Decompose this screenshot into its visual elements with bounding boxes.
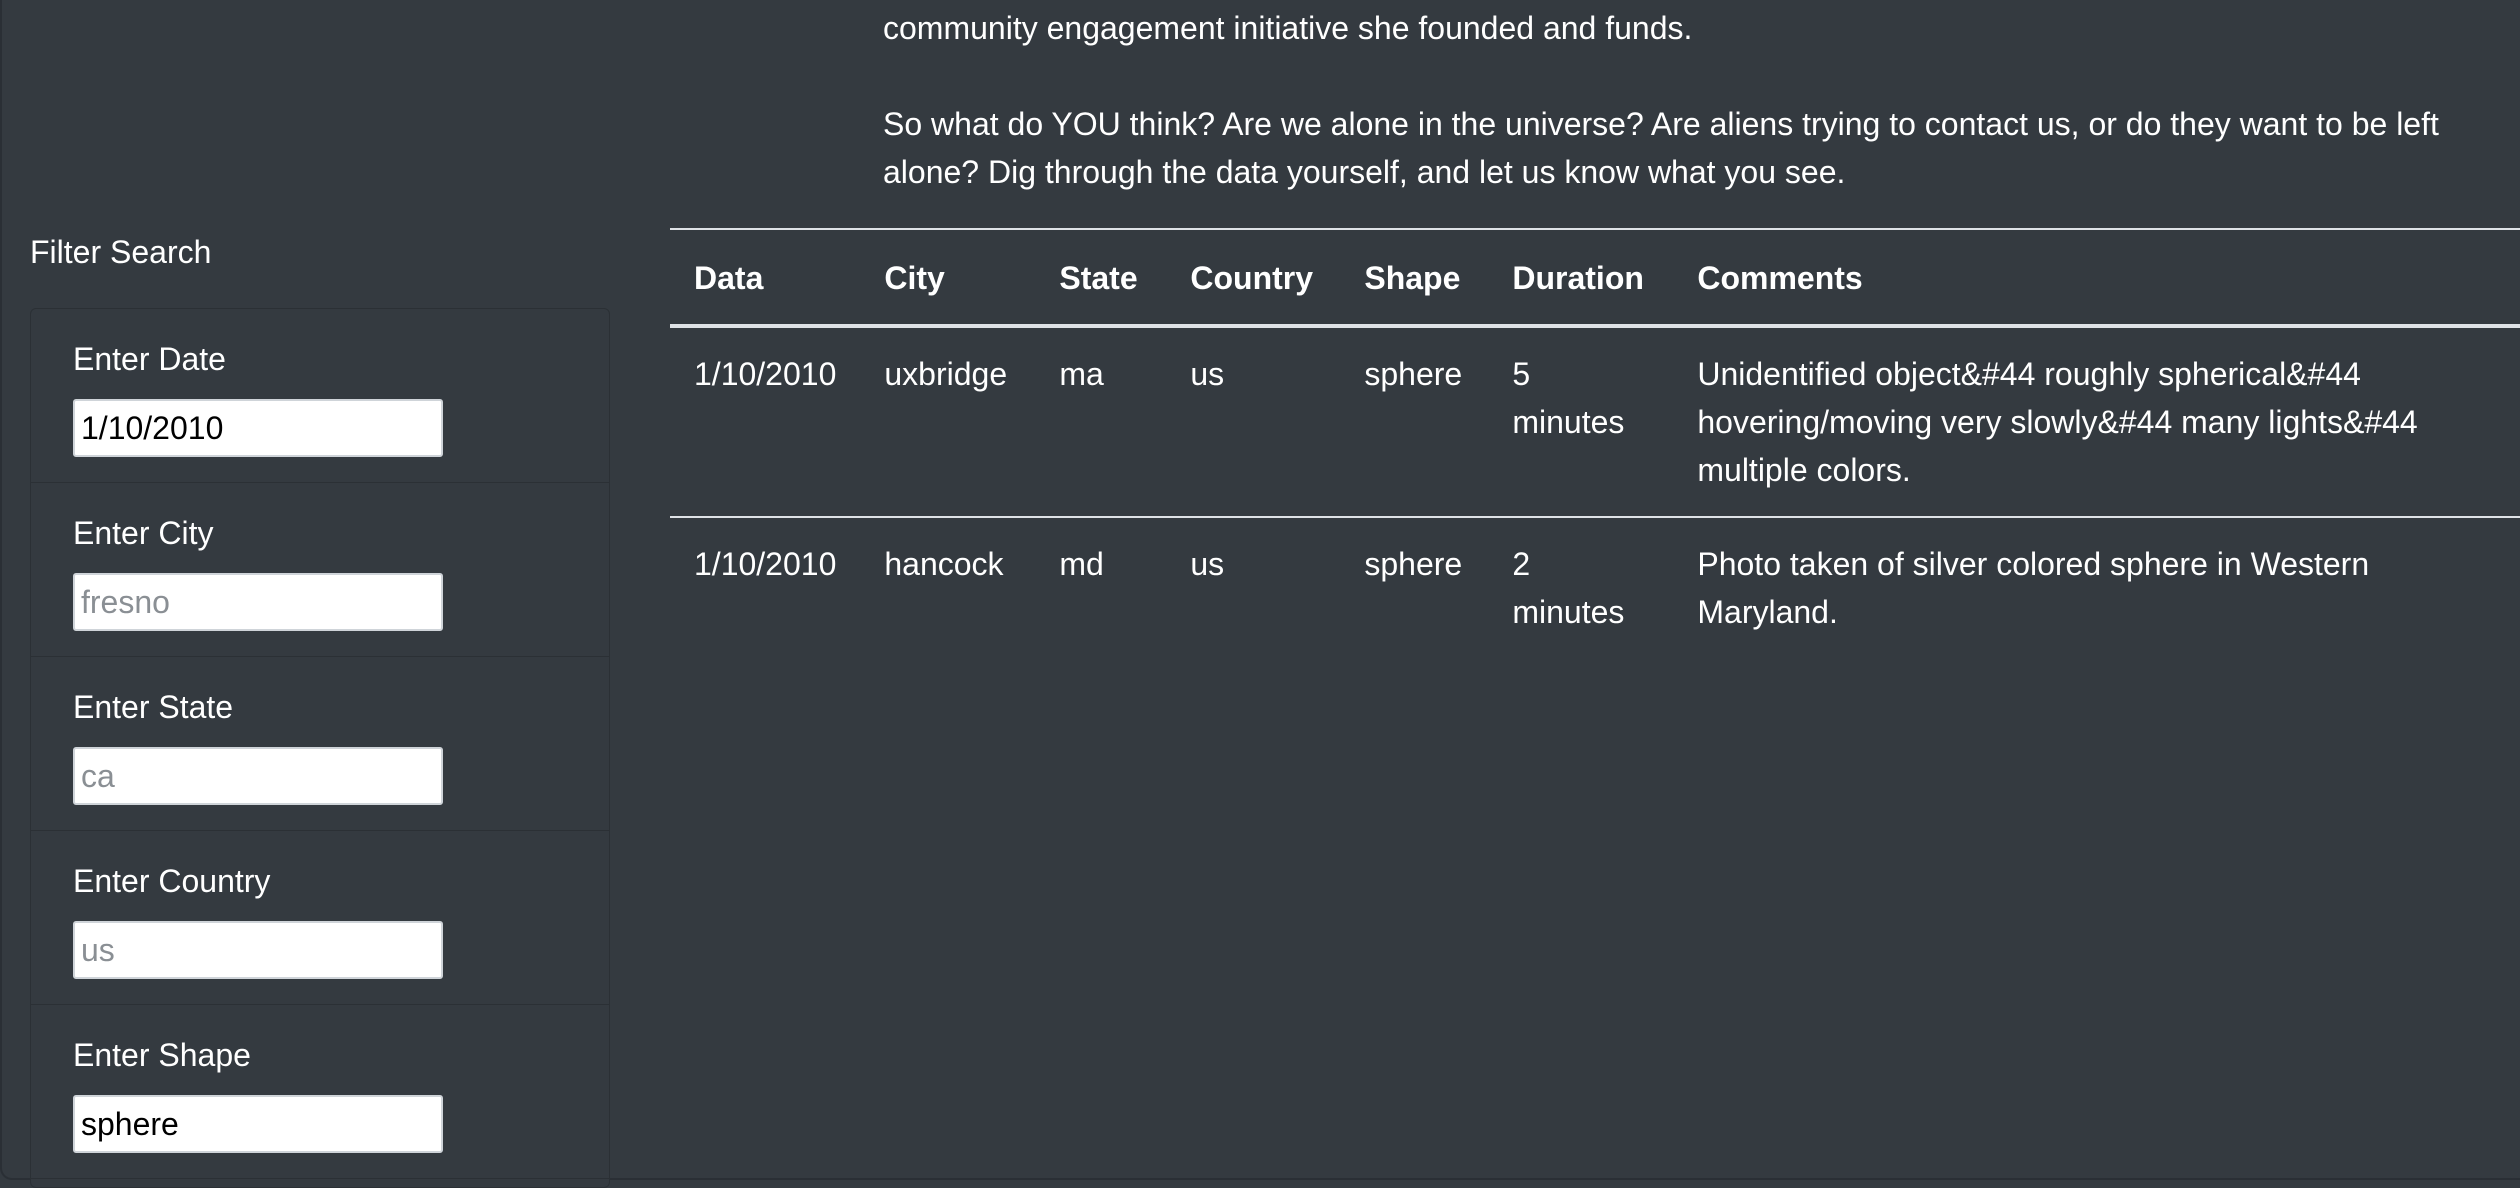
column-header-city: City <box>860 228 1036 328</box>
column-header-duration: Duration <box>1488 228 1674 328</box>
state-label: Enter State <box>73 689 234 725</box>
shape-input[interactable] <box>73 1095 443 1153</box>
cell-comments: Photo taken of silver colored sphere in … <box>1697 546 2370 630</box>
city-label: Enter City <box>73 515 214 551</box>
column-header-country: Country <box>1166 228 1341 328</box>
column-header-state: State <box>1035 228 1167 328</box>
column-header-shape: Shape <box>1340 228 1489 328</box>
ufo-table-container: Data City State Country Shape Duration C… <box>670 228 2520 658</box>
cell-state: ma <box>1035 326 1167 518</box>
city-input[interactable] <box>73 573 443 631</box>
table-row: 1/10/2010 hancock md us sphere 2 minutes… <box>670 517 2520 658</box>
filter-item-state: Enter State <box>31 657 609 831</box>
cell-city: uxbridge <box>860 326 1036 518</box>
cell-city: hancock <box>884 546 1004 582</box>
table-header: Data City State Country Shape Duration C… <box>670 228 2520 328</box>
column-header-comments: Comments <box>1673 228 2520 328</box>
cell-date: 1/10/2010 <box>670 326 861 518</box>
filter-panel: Enter Date Enter City Enter State Enter … <box>30 308 610 1188</box>
table-row: 1/10/2010 uxbridge ma us sphere 5 minute… <box>670 326 2520 518</box>
state-input[interactable] <box>73 747 443 805</box>
intro-paragraph-2: So what do YOU think? Are we alone in th… <box>883 106 2439 190</box>
filter-item-date: Enter Date <box>31 309 609 483</box>
cell-comments: Unidentified object&#44 roughly spherica… <box>1673 326 2520 518</box>
filter-search-title: Filter Search <box>30 234 212 270</box>
country-input[interactable] <box>73 921 443 979</box>
cell-duration: 5 minutes <box>1488 326 1674 518</box>
filter-item-city: Enter City <box>31 483 609 657</box>
country-label: Enter Country <box>73 863 271 899</box>
date-input[interactable] <box>73 399 443 457</box>
cell-country: us <box>1166 326 1341 518</box>
cell-shape: sphere <box>1364 546 1463 582</box>
filter-item-shape: Enter Shape <box>31 1005 609 1179</box>
table-body: 1/10/2010 uxbridge ma us sphere 5 minute… <box>670 326 2520 658</box>
intro-paragraph-1: community engagement initiative she foun… <box>883 10 1693 46</box>
date-label: Enter Date <box>73 341 226 377</box>
cell-duration: 2 minutes <box>1512 546 1625 630</box>
column-header-data: Data <box>670 228 861 328</box>
cell-shape: sphere <box>1340 326 1489 518</box>
shape-label: Enter Shape <box>73 1037 251 1073</box>
ufo-table: Data City State Country Shape Duration C… <box>670 228 2520 658</box>
cell-country: us <box>1190 546 1225 582</box>
filter-item-country: Enter Country <box>31 831 609 1005</box>
cell-date: 1/10/2010 <box>694 546 837 582</box>
table-header-row: Data City State Country Shape Duration C… <box>670 228 2520 328</box>
cell-state: md <box>1059 546 1104 582</box>
